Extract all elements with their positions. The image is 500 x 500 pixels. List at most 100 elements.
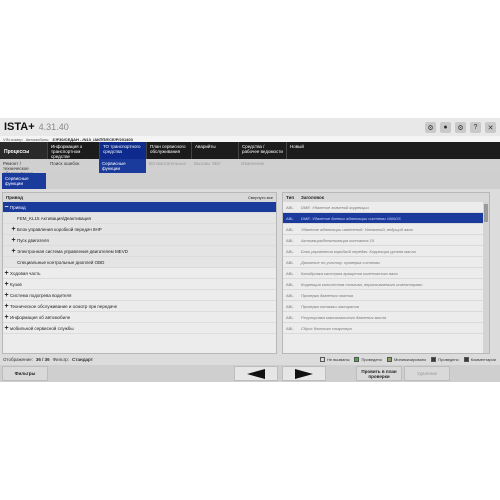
list-item[interactable]: ABL Активация/деактивация контакта 15 bbox=[283, 235, 489, 246]
filter-value: Стандарт bbox=[72, 357, 93, 362]
collapse-icon[interactable]: − bbox=[3, 204, 10, 211]
nav-vehicle-info[interactable]: Информация о транспортном средстве bbox=[47, 142, 99, 159]
subnav-auxiliary[interactable]: Вспомогательных bbox=[146, 159, 191, 173]
column-title[interactable]: Заголовок bbox=[301, 195, 324, 200]
tree-item-label: Электронная система управления двигателе… bbox=[17, 248, 128, 254]
tree-header: Привод Свернуть все bbox=[3, 193, 276, 202]
function-list-panel: Тип Заголовок ABL DME: Удаление значений … bbox=[282, 192, 490, 354]
back-button[interactable] bbox=[234, 366, 278, 381]
list-item[interactable]: ABL Калибровка кастеров вращения коленчат… bbox=[283, 268, 489, 279]
bottom-toolbar: Фильтры Провить в план проверки Удаление bbox=[0, 365, 500, 382]
tree-item-label: Информация об автомобиле bbox=[10, 314, 71, 320]
filter-label: Фильтр: bbox=[52, 357, 70, 362]
lock-icon[interactable]: ● bbox=[440, 122, 451, 133]
tree-item-obd[interactable]: Специальные контрольные диоплей OBD bbox=[3, 257, 276, 268]
item-title: Проверка давления сжатия bbox=[301, 292, 354, 298]
expand-icon[interactable]: + bbox=[3, 292, 10, 299]
item-type: ABL bbox=[286, 281, 294, 287]
nav-tools[interactable]: Средства / рабочее ведомости bbox=[238, 142, 286, 159]
legend-not-called[interactable]: Не вызваны bbox=[320, 357, 349, 363]
subnav-service-functions[interactable]: Сервисные функции bbox=[99, 159, 146, 173]
help-icon[interactable]: ? bbox=[470, 122, 481, 133]
function-tree-panel: Привод Свернуть все − Привод FEM_KL15 Ак… bbox=[2, 192, 277, 354]
legend-performed[interactable]: Проведено bbox=[354, 356, 382, 363]
item-type: ABL bbox=[286, 204, 294, 210]
subnav-changes[interactable]: Изменение bbox=[238, 159, 286, 173]
expand-icon[interactable]: + bbox=[10, 237, 17, 244]
tree-item-label: Кузов bbox=[10, 281, 22, 287]
subnav-repair[interactable]: Ремонт / техническое обслуживание bbox=[0, 159, 47, 173]
item-type: ABL bbox=[286, 270, 294, 276]
expand-icon[interactable]: + bbox=[3, 303, 10, 310]
checkbox-icon bbox=[354, 357, 360, 363]
tree-item-transmission[interactable]: + Блок управления коробкой передач 8НР bbox=[3, 224, 276, 235]
list-item[interactable]: ABL Проверка натяжки заксирания bbox=[283, 301, 489, 312]
filters-button[interactable]: Фильтры bbox=[2, 366, 48, 381]
list-item[interactable]: ABL DME: Удаление значений коррекции bbox=[283, 202, 489, 213]
list-item[interactable]: ABL Сброс блочного стартера bbox=[283, 323, 489, 334]
nav-service-plan[interactable]: План сервисного обслуживания bbox=[146, 142, 191, 159]
item-title: Регулировка максимального давления масла bbox=[301, 314, 387, 320]
item-title: Движение по участку: проверка системы bbox=[301, 259, 380, 265]
expand-icon[interactable]: + bbox=[3, 270, 10, 277]
vertical-scrollbar[interactable] bbox=[483, 202, 489, 353]
nav-emergency[interactable]: Аварийты bbox=[191, 142, 238, 159]
tree-item-body[interactable]: + Кузов bbox=[3, 279, 276, 290]
tree-item-engine-management[interactable]: + Электронная система управления двигате… bbox=[3, 246, 276, 257]
item-type: ABL bbox=[286, 259, 294, 265]
tree-item-maintenance[interactable]: + Техническое обслуживание и осмотр при … bbox=[3, 301, 276, 312]
list-item[interactable]: ABL Удаление адаптации изменений: Натяжно… bbox=[283, 224, 489, 235]
gear-icon[interactable]: ⚙ bbox=[455, 122, 466, 133]
remove-button[interactable]: Удаление bbox=[404, 366, 450, 381]
column-type[interactable]: Тип bbox=[283, 195, 301, 200]
expand-icon[interactable]: + bbox=[3, 314, 10, 321]
item-title: Калибровка кастеров вращения коленчатого… bbox=[301, 270, 398, 276]
tab-service-functions[interactable]: Сервисные функции bbox=[2, 173, 46, 189]
legend-performed-2[interactable]: Проведено bbox=[431, 356, 459, 363]
nav-processes[interactable]: Процессы bbox=[0, 142, 47, 159]
tree-item-fem-kl15[interactable]: FEM_KL15 Активация/Деактивация bbox=[3, 213, 276, 224]
subnav-fault-search[interactable]: Поиск ошибок bbox=[47, 159, 99, 173]
legend-comments[interactable]: Комментарии bbox=[463, 356, 496, 363]
list-item[interactable]: ABL Проверка давления сжатия bbox=[283, 290, 489, 301]
ista-window: ISTA+ 4.31.40 ⚙ ● ⚙ ? ✕ VIN-номер Автомо… bbox=[0, 118, 500, 382]
tree-item-drive[interactable]: − Привод bbox=[3, 202, 276, 213]
tree-item-driver-support[interactable]: + Система подогрева водителя bbox=[3, 290, 276, 301]
expand-icon[interactable]: + bbox=[3, 281, 10, 288]
collapse-all-button[interactable]: Свернуть все bbox=[248, 195, 273, 200]
add-to-test-plan-button[interactable]: Провить в план проверки bbox=[356, 366, 402, 381]
list-item[interactable]: ABL Коррекция количества топлива, впрыски… bbox=[283, 279, 489, 290]
tree-item-mobile-service[interactable]: + мобильной сервисной службы bbox=[3, 323, 276, 334]
expand-icon[interactable]: + bbox=[10, 248, 17, 255]
tree-item-label: Система подогрева водителя bbox=[10, 292, 72, 298]
checkbox-icon bbox=[320, 357, 325, 363]
list-item[interactable]: ABL Движение по участку: проверка системы bbox=[283, 257, 489, 268]
subnav-ecu-calls[interactable]: Вызовы ЭБУ bbox=[191, 159, 238, 173]
item-title: Сброс блочного стартера bbox=[301, 325, 352, 331]
nav-vehicle-maintenance[interactable]: ТО транспортного средства bbox=[99, 142, 146, 159]
wrench-icon[interactable]: ⚙ bbox=[425, 122, 436, 133]
list-item[interactable]: ABL Регулировка максимального давления ма… bbox=[283, 312, 489, 323]
legend-minimized[interactable]: Минимизировано bbox=[387, 356, 427, 363]
close-icon[interactable]: ✕ bbox=[485, 122, 496, 133]
forward-button[interactable] bbox=[282, 366, 326, 381]
list-item[interactable]: ABL DME: Удаление данных адаптации систем… bbox=[283, 213, 489, 224]
tree-item-label: Блок управления коробкой передач 8НР bbox=[17, 226, 102, 232]
legend-label: Проведено bbox=[438, 356, 459, 362]
tree-item-label: Техническое обслуживание и осмотр при пе… bbox=[10, 303, 118, 309]
legend-label: Комментарии bbox=[470, 356, 496, 362]
item-type: ABL bbox=[286, 303, 294, 309]
tree-item-engine-start[interactable]: + Пуск двигателя bbox=[3, 235, 276, 246]
expand-icon[interactable]: + bbox=[3, 325, 10, 332]
tree-item-vehicle-info[interactable]: + Информация об автомобиле bbox=[3, 312, 276, 323]
legend-label: Минимизировано bbox=[394, 356, 427, 362]
nav-new[interactable]: Новый bbox=[286, 142, 326, 159]
legend-label: Проведено bbox=[361, 356, 382, 362]
expand-icon[interactable]: + bbox=[10, 226, 17, 233]
item-type: ABL bbox=[286, 215, 294, 221]
scrollbar-thumb[interactable] bbox=[484, 204, 488, 222]
tree-item-chassis[interactable]: + Ходовая часть bbox=[3, 268, 276, 279]
list-item[interactable]: ABL Блок управления коробкой передач: Кор… bbox=[283, 246, 489, 257]
tree-item-label: Пуск двигателя bbox=[17, 237, 49, 243]
list-header: Тип Заголовок bbox=[283, 193, 489, 202]
